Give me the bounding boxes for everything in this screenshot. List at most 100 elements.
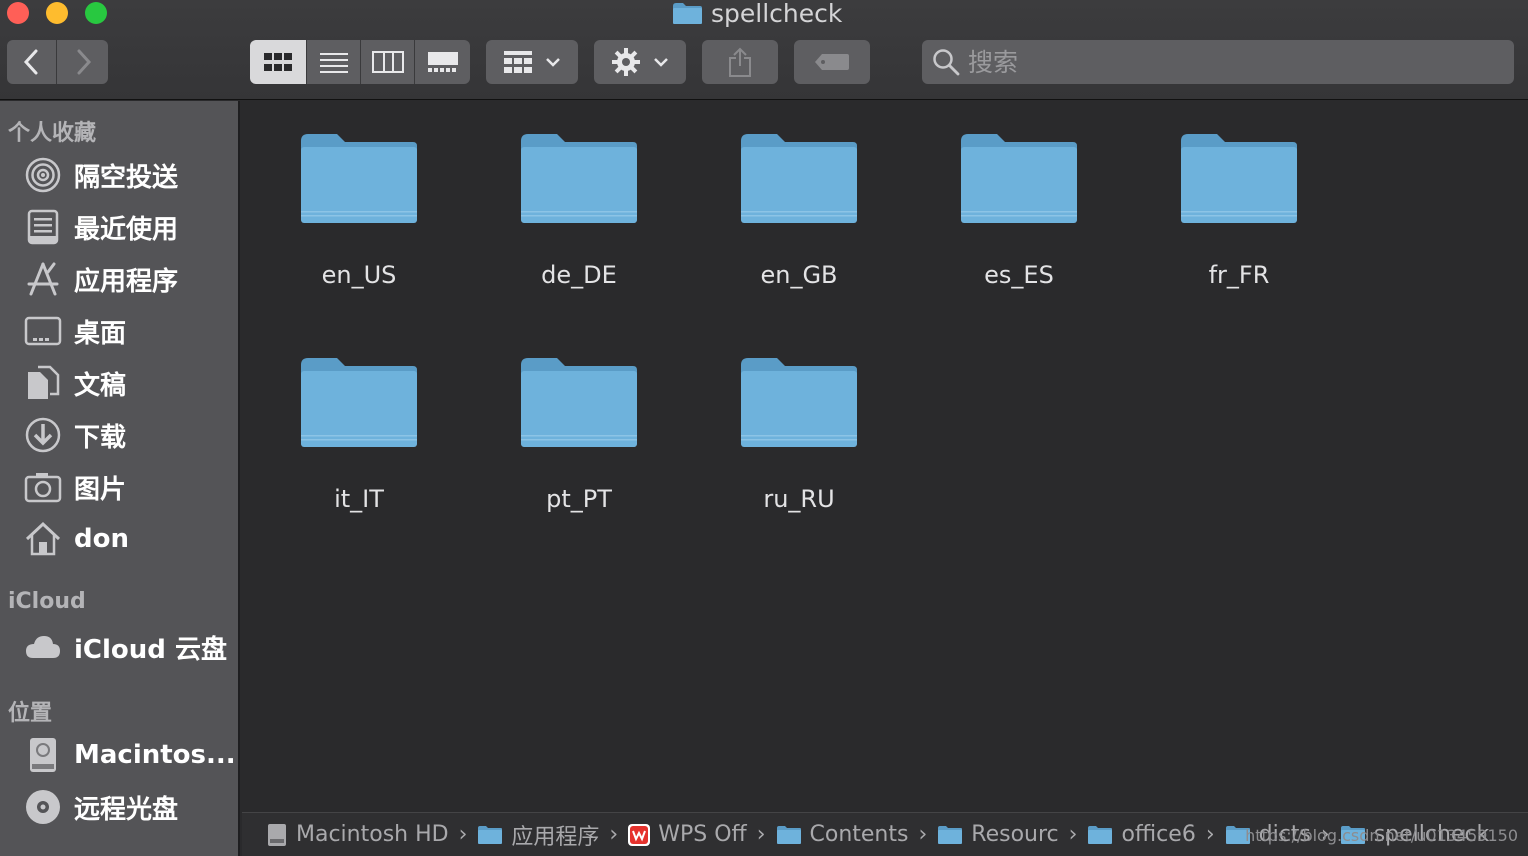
sidebar: 个人收藏 隔空投送 最近使用 应用程序 桌面 文稿 下载 图片 don iClo… — [0, 101, 240, 856]
window-title: spellcheck — [672, 0, 842, 28]
optical-disc-icon — [24, 788, 62, 826]
forward-button[interactable] — [57, 40, 108, 84]
chevron-right-icon: › — [458, 822, 468, 847]
path-crumb-label: Contents — [809, 822, 909, 847]
search-icon — [933, 49, 960, 76]
share-button[interactable] — [702, 40, 778, 84]
applications-icon — [24, 260, 62, 298]
path-crumb-label: Resourc — [971, 822, 1059, 847]
folder-icon — [521, 358, 637, 447]
sidebar-item-home[interactable]: don — [0, 516, 238, 562]
path-crumb-macintosh-hd[interactable]: Macintosh HD › — [266, 822, 471, 847]
sidebar-item-desktop[interactable]: 桌面 — [0, 308, 238, 354]
recents-icon — [24, 208, 62, 246]
sidebar-item-label: 下载 — [74, 422, 127, 453]
window-title-text: spellcheck — [711, 0, 843, 28]
folder-icon — [521, 134, 637, 223]
folder-icon — [478, 825, 503, 844]
sidebar-item-airdrop[interactable]: 隔空投送 — [0, 152, 238, 198]
folder-icon — [301, 134, 417, 223]
sidebar-item-downloads[interactable]: 下载 — [0, 412, 238, 458]
share-group — [702, 40, 778, 84]
folder-item[interactable]: fr_FR — [1129, 101, 1349, 301]
sidebar-item-pictures[interactable]: 图片 — [0, 464, 238, 510]
chevron-right-icon: › — [756, 822, 766, 847]
sidebar-item-label: Macintos... — [74, 740, 236, 770]
sidebar-item-label: 文稿 — [74, 370, 127, 401]
path-crumb-resources[interactable]: Resourc › — [937, 822, 1081, 847]
folder-icon — [776, 825, 801, 844]
folder-icon — [938, 825, 963, 844]
chevron-right-icon — [77, 49, 91, 75]
chevron-down-icon — [546, 58, 560, 67]
folder-item[interactable]: it_IT — [249, 325, 469, 525]
folder-icon — [301, 358, 417, 447]
folder-item[interactable]: en_US — [249, 101, 469, 301]
close-window-button[interactable] — [7, 2, 29, 24]
back-button[interactable] — [7, 40, 57, 84]
folder-item[interactable]: es_ES — [909, 101, 1129, 301]
folder-item[interactable]: en_GB — [689, 101, 909, 301]
path-crumb-applications[interactable]: 应用程序 › — [477, 819, 622, 851]
sidebar-item-recents[interactable]: 最近使用 — [0, 204, 238, 250]
path-crumb-label: office6 — [1121, 822, 1196, 847]
columns-icon — [371, 51, 404, 73]
path-crumb-contents[interactable]: Contents › — [776, 822, 932, 847]
sidebar-heading-locations: 位置 — [8, 701, 53, 726]
sidebar-item-icloud-drive[interactable]: iCloud 云盘 — [0, 624, 238, 670]
chevron-left-icon — [23, 49, 37, 75]
downloads-icon — [24, 416, 62, 454]
folder-icon — [741, 134, 857, 223]
icon-view-button[interactable] — [250, 40, 307, 84]
cloud-icon — [24, 628, 62, 666]
share-icon — [729, 47, 751, 77]
path-crumb-wps[interactable]: WPS Off › — [628, 822, 769, 847]
sidebar-item-label: 应用程序 — [74, 266, 179, 297]
window-toolbar: spellcheck — [0, 0, 1528, 100]
hard-drive-icon — [24, 736, 62, 774]
list-view-button[interactable] — [307, 40, 361, 84]
minimize-window-button[interactable] — [46, 2, 68, 24]
column-view-button[interactable] — [361, 40, 415, 84]
watermark-text: https://blog.csdn.net/u013459150 — [1245, 826, 1518, 845]
navigation-buttons — [7, 40, 108, 84]
sidebar-item-label: 图片 — [74, 474, 127, 505]
folder-item[interactable]: pt_PT — [469, 325, 689, 525]
folder-item[interactable]: de_DE — [469, 101, 689, 301]
icon-grid-icon — [264, 53, 292, 71]
sidebar-item-label: 隔空投送 — [74, 162, 179, 193]
folder-name: it_IT — [334, 485, 384, 513]
tag-button[interactable] — [794, 40, 870, 84]
list-icon — [319, 53, 348, 73]
sidebar-item-macintosh-hd[interactable]: Macintos... — [0, 732, 238, 778]
folder-item[interactable]: ru_RU — [689, 325, 909, 525]
sidebar-heading-favorites: 个人收藏 — [8, 121, 97, 146]
folder-icon — [961, 134, 1077, 223]
folder-icon — [1181, 134, 1297, 223]
action-dropdown — [594, 40, 686, 84]
group-grid-icon — [504, 51, 532, 73]
group-by-button[interactable] — [486, 40, 578, 84]
documents-icon — [24, 364, 62, 402]
folder-icon — [741, 358, 857, 447]
folder-content-area: en_US de_DE en_GB es_ES fr_FR it_IT pt_P… — [242, 101, 1528, 811]
sidebar-item-documents[interactable]: 文稿 — [0, 360, 238, 406]
sidebar-item-label: don — [74, 524, 129, 554]
path-crumb-label: WPS Off — [658, 822, 747, 847]
chevron-down-icon — [654, 58, 668, 67]
home-icon — [24, 520, 62, 558]
search-input[interactable] — [968, 47, 1508, 77]
gallery-icon — [427, 52, 458, 72]
folder-name: fr_FR — [1208, 261, 1270, 289]
action-button[interactable] — [594, 40, 686, 84]
zoom-window-button[interactable] — [85, 2, 107, 24]
chevron-right-icon: › — [918, 822, 928, 847]
path-crumb-office6[interactable]: office6 › — [1087, 822, 1218, 847]
sidebar-item-applications[interactable]: 应用程序 — [0, 256, 238, 302]
chevron-right-icon: › — [1068, 822, 1078, 847]
group-by-dropdown — [486, 40, 578, 84]
sidebar-item-remote-disc[interactable]: 远程光盘 — [0, 784, 238, 830]
sidebar-item-label: 远程光盘 — [74, 794, 179, 825]
search-field[interactable] — [922, 40, 1514, 84]
gallery-view-button[interactable] — [415, 40, 470, 84]
